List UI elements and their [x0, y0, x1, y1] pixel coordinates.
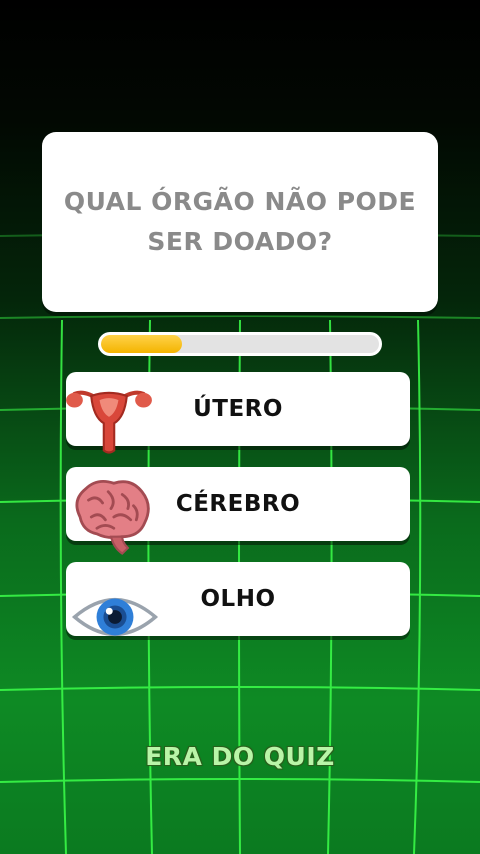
question-card: QUAL ÓRGÃO NÃO PODE SER DOADO?	[42, 132, 438, 312]
timer-progress-fill	[101, 335, 182, 353]
eye-icon	[71, 597, 159, 637]
quiz-screen: QUAL ÓRGÃO NÃO PODE SER DOADO? ÚTERO CÉR…	[0, 0, 480, 854]
brand-watermark: ERA DO QUIZ	[145, 742, 335, 771]
uterus-icon	[66, 390, 152, 454]
question-text: QUAL ÓRGÃO NÃO PODE SER DOADO?	[63, 187, 417, 256]
timer-progress-bar	[98, 332, 382, 356]
brain-icon	[75, 479, 150, 555]
